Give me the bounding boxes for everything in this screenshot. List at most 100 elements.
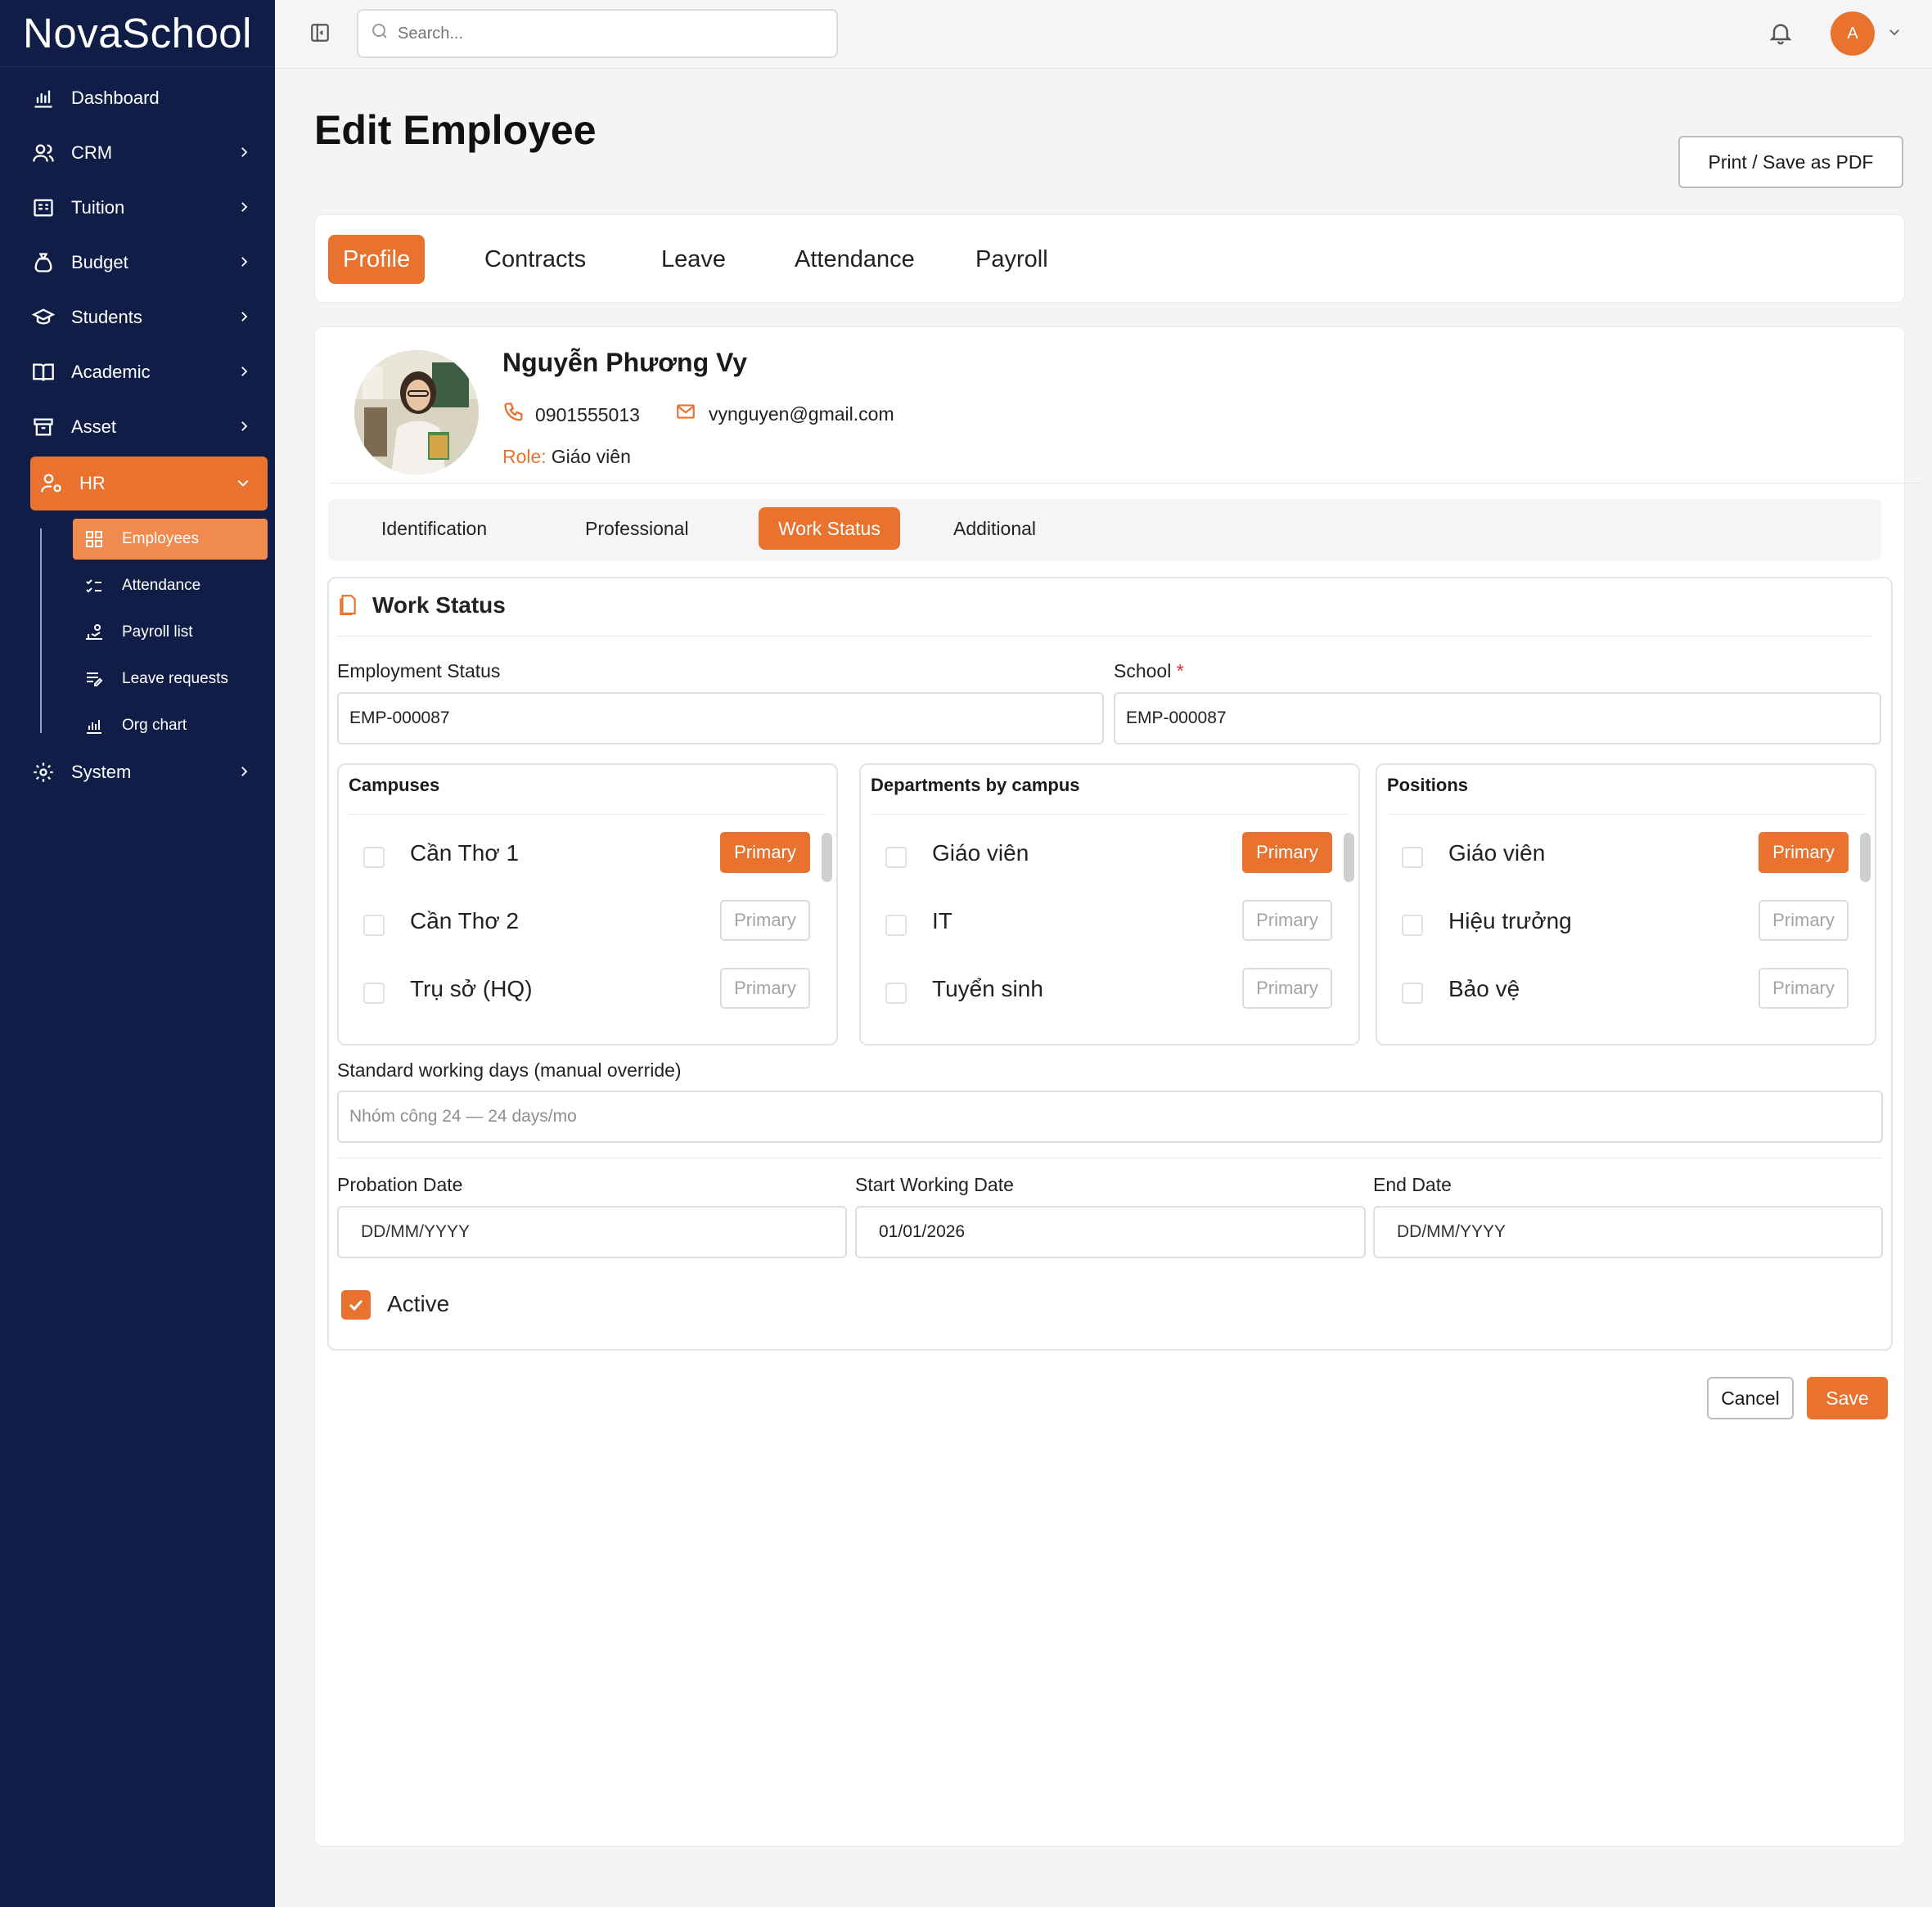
position-checkbox[interactable] — [1402, 983, 1423, 1004]
sidebar-subitem-employees[interactable]: Employees — [73, 519, 268, 560]
chevron-right-icon — [236, 308, 251, 330]
sidebar-item-crm[interactable]: CRM — [30, 126, 268, 180]
tab-leave[interactable]: Leave — [661, 235, 726, 284]
submenu-guide-line — [40, 528, 42, 733]
department-checkbox[interactable] — [885, 983, 907, 1004]
sidebar-item-students[interactable]: Students — [30, 290, 268, 344]
book-open-icon — [30, 359, 56, 385]
positions-box: Positions Giáo viên Primary Hiệu trưởng … — [1376, 763, 1876, 1046]
department-label: IT — [932, 908, 952, 933]
sidebar-subitem-org-chart[interactable]: Org chart — [73, 705, 268, 746]
active-label: Active — [387, 1291, 450, 1316]
start-date-field[interactable]: 01/01/2026 — [855, 1206, 1366, 1258]
sidebar-item-budget[interactable]: Budget — [30, 236, 268, 290]
chevron-right-icon — [236, 363, 251, 385]
primary-button[interactable]: Primary — [720, 968, 810, 1009]
org-chart-icon — [83, 714, 106, 737]
subtab-additional[interactable]: Additional — [953, 507, 1036, 550]
department-checkbox[interactable] — [885, 847, 907, 868]
school-label: School * — [1114, 660, 1184, 682]
employee-name: Nguyễn Phương Vy — [502, 348, 747, 377]
save-button[interactable]: Save — [1807, 1377, 1888, 1419]
list-item: Bảo vệ Primary — [1377, 968, 1875, 1017]
chevron-down-icon — [235, 475, 251, 496]
primary-button[interactable]: Primary — [720, 832, 810, 873]
employee-role: Role: Giáo viên — [502, 446, 631, 468]
tuition-icon — [30, 195, 56, 221]
school-label-text: School — [1114, 660, 1172, 681]
list-item: Cần Thơ 1 Primary — [339, 832, 836, 881]
email-text: vynguyen@gmail.com — [709, 403, 894, 425]
sidebar-subitem-attendance[interactable]: Attendance — [73, 565, 268, 606]
subtab-work-status[interactable]: Work Status — [759, 507, 900, 550]
search-box[interactable] — [357, 9, 838, 58]
sidebar-item-academic[interactable]: Academic — [30, 345, 268, 399]
cancel-button[interactable]: Cancel — [1707, 1377, 1794, 1419]
campus-checkbox[interactable] — [363, 983, 385, 1004]
sidebar-item-hr[interactable]: HR — [30, 457, 268, 510]
end-date-label: End Date — [1373, 1174, 1452, 1195]
leave-icon — [83, 668, 106, 690]
position-checkbox[interactable] — [1402, 847, 1423, 868]
sidebar-item-system[interactable]: System — [30, 745, 268, 799]
chevron-right-icon — [236, 199, 251, 220]
print-pdf-button[interactable]: Print / Save as PDF — [1678, 136, 1903, 188]
list-item: Hiệu trưởng Primary — [1377, 900, 1875, 949]
checklist-icon — [83, 574, 106, 597]
department-checkbox[interactable] — [885, 915, 907, 936]
phone-icon — [502, 401, 525, 429]
primary-button[interactable]: Primary — [1759, 968, 1849, 1009]
check-icon — [349, 1299, 363, 1311]
campus-checkbox[interactable] — [363, 915, 385, 936]
box-divider — [349, 814, 826, 815]
list-item: Cần Thơ 2 Primary — [339, 900, 836, 949]
employee-email: vynguyen@gmail.com — [674, 401, 894, 427]
tab-attendance[interactable]: Attendance — [795, 235, 915, 284]
primary-button[interactable]: Primary — [720, 900, 810, 941]
subtab-identification[interactable]: Identification — [381, 507, 487, 550]
app-logo[interactable]: NovaSchool — [0, 0, 275, 67]
money-bag-icon — [30, 250, 56, 276]
search-input[interactable] — [398, 24, 807, 43]
bell-icon[interactable] — [1768, 19, 1794, 51]
list-item: Giáo viên Primary — [861, 832, 1358, 881]
start-date-label: Start Working Date — [855, 1174, 1014, 1195]
bar-chart-icon — [30, 85, 56, 111]
sidebar-toggle-icon[interactable] — [309, 22, 331, 47]
sidebar-item-dashboard[interactable]: Dashboard — [30, 71, 268, 125]
campus-label: Trụ sở (HQ) — [410, 976, 533, 1001]
primary-button[interactable]: Primary — [1242, 832, 1332, 873]
campus-checkbox[interactable] — [363, 847, 385, 868]
sidebar-subitem-label: Org chart — [122, 717, 187, 734]
position-checkbox[interactable] — [1402, 915, 1423, 936]
chevron-down-icon[interactable] — [1887, 25, 1902, 43]
tab-profile[interactable]: Profile — [328, 235, 426, 284]
phone-text: 0901555013 — [535, 403, 640, 425]
position-label: Giáo viên — [1448, 840, 1546, 866]
sidebar-item-tuition[interactable]: Tuition — [30, 181, 268, 235]
chevron-right-icon — [236, 763, 251, 785]
sidebar-subitem-label: Payroll list — [122, 623, 193, 641]
employment-status-field[interactable]: EMP-000087 — [337, 692, 1104, 744]
sidebar-subitem-label: Employees — [122, 530, 199, 547]
primary-button[interactable]: Primary — [1242, 968, 1332, 1009]
mail-icon — [674, 401, 697, 427]
primary-button[interactable]: Primary — [1242, 900, 1332, 941]
position-label: Hiệu trưởng — [1448, 908, 1572, 933]
sidebar-subitem-leave-requests[interactable]: Leave requests — [73, 659, 268, 699]
tab-payroll[interactable]: Payroll — [975, 235, 1048, 284]
section-title: Work Status — [372, 592, 506, 618]
active-checkbox[interactable] — [341, 1290, 371, 1320]
avatar[interactable]: A — [1831, 11, 1875, 56]
probation-date-field[interactable]: DD/MM/YYYY — [337, 1206, 847, 1258]
sidebar-subitem-payroll[interactable]: Payroll list — [73, 612, 268, 653]
primary-button[interactable]: Primary — [1759, 832, 1849, 873]
end-date-field[interactable]: DD/MM/YYYY — [1373, 1206, 1883, 1258]
school-field[interactable]: EMP-000087 — [1114, 692, 1881, 744]
working-days-field[interactable]: Nhóm công 24 — 24 days/mo — [337, 1091, 1883, 1143]
primary-button[interactable]: Primary — [1759, 900, 1849, 941]
role-label: Role: — [502, 446, 547, 467]
subtab-professional[interactable]: Professional — [585, 507, 689, 550]
sidebar-item-asset[interactable]: Asset — [30, 400, 268, 454]
tab-contracts[interactable]: Contracts — [484, 235, 586, 284]
